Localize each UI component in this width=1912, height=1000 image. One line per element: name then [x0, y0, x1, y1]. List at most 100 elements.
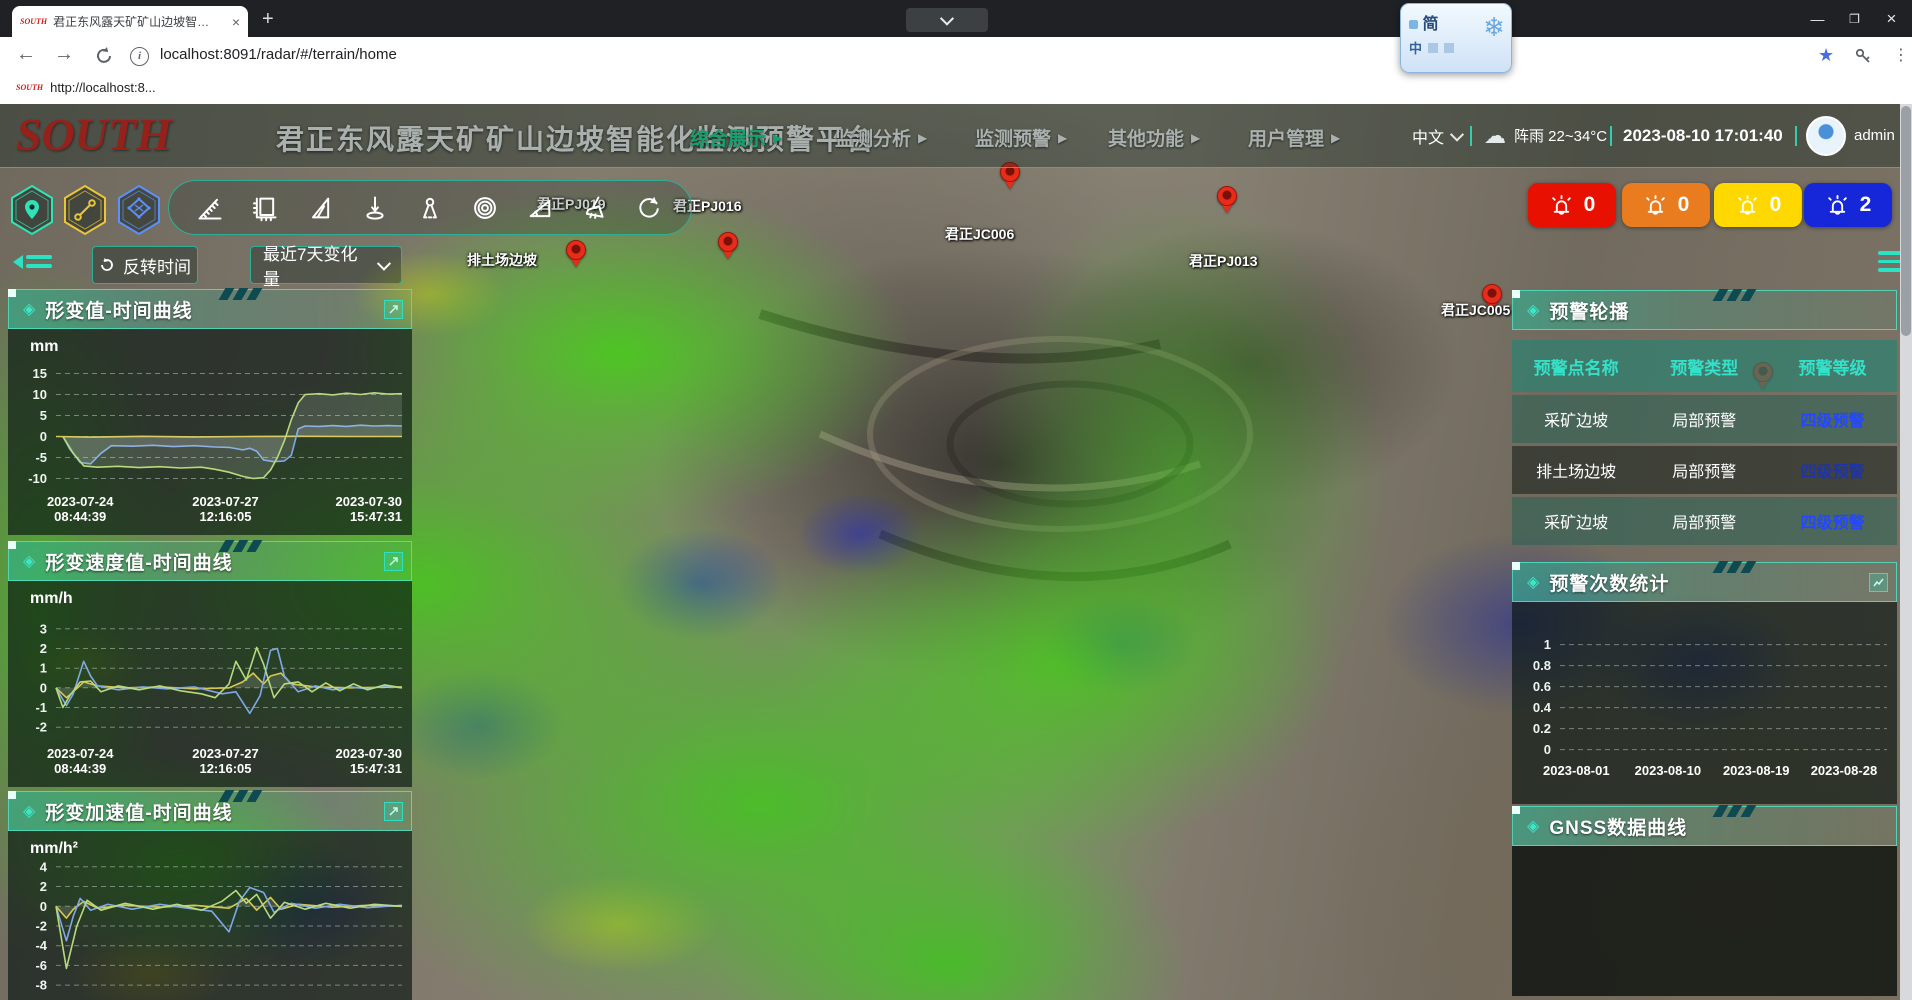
alarm-row-2[interactable]: 采矿边坡局部预警四级预警: [1512, 497, 1897, 545]
new-tab-button[interactable]: +: [262, 8, 274, 31]
legend-scale-icon[interactable]: [249, 192, 281, 224]
back-icon[interactable]: ←: [16, 43, 36, 66]
alarm-table-header: 预警点名称预警类型预警等级: [1512, 340, 1897, 392]
svg-text:2023-07-30: 2023-07-30: [336, 494, 403, 509]
clear-broom-icon[interactable]: [579, 192, 611, 224]
panel-header[interactable]: ◈ 预警次数统计: [1512, 562, 1897, 602]
chart-icon[interactable]: [1869, 573, 1888, 592]
scrollbar-thumb[interactable]: [1901, 106, 1911, 336]
alarm-point-name: 采矿边坡: [1512, 407, 1640, 431]
svg-text:0: 0: [40, 899, 47, 914]
svg-text:2023-07-24: 2023-07-24: [47, 494, 114, 509]
svg-text:12:16:05: 12:16:05: [199, 509, 251, 524]
notch: [8, 791, 16, 799]
alarm-bell-icon: [1549, 193, 1574, 218]
panel-title: GNSS数据曲线: [1549, 813, 1687, 840]
tab-close-icon[interactable]: ×: [232, 15, 240, 29]
alarm-level: 四级预警: [1768, 407, 1896, 431]
alarm-row-0[interactable]: 采矿边坡局部预警四级预警: [1512, 395, 1897, 443]
panel-header[interactable]: ◈ 预警轮播: [1512, 290, 1897, 330]
separator: [1610, 104, 1612, 167]
bookmark-item[interactable]: SOUTH http://localhost:8...: [16, 80, 156, 95]
deform-velocity-chart: mm/h3210-1-22023-07-2408:44:392023-07-27…: [8, 581, 412, 787]
warn-stats-chart: 10.80.60.40.202023-08-012023-08-102023-0…: [1512, 602, 1897, 804]
url-text[interactable]: localhost:8091/radar/#/terrain/home: [160, 46, 397, 63]
hex-tool-line-measure-icon[interactable]: [61, 184, 109, 241]
refresh-icon[interactable]: [633, 192, 665, 224]
window-close-button[interactable]: ×: [1873, 0, 1910, 37]
slope-angle-icon[interactable]: [524, 192, 556, 224]
reverse-time-button[interactable]: 反转时间: [92, 246, 198, 284]
panel-title: 形变值-时间曲线: [45, 296, 192, 323]
panel-header[interactable]: ◈ 形变加速值-时间曲线: [8, 791, 412, 831]
panel-deform-velocity: ◈ 形变速度值-时间曲线 mm/h3210-1-22023-07-2408:44…: [8, 541, 412, 787]
svg-text:2023-07-30: 2023-07-30: [336, 746, 403, 761]
radar-rings-icon[interactable]: [469, 192, 501, 224]
alert-level-badge-3[interactable]: 0: [1714, 183, 1802, 227]
ime-keyboard-icon[interactable]: [1444, 43, 1454, 53]
datetime: 2023-08-10 17:01:40: [1623, 104, 1783, 167]
alarm-row-1[interactable]: 排土场边坡局部预警四级预警: [1512, 446, 1897, 494]
ime-tool-icon[interactable]: [1428, 43, 1438, 53]
svg-text:0.6: 0.6: [1533, 679, 1551, 694]
alert-level-badge-2[interactable]: 0: [1622, 183, 1710, 227]
panel-warn-stats: ◈ 预警次数统计 10.80.60.40.202023-08-012023-08…: [1512, 562, 1897, 804]
page-scrollbar[interactable]: [1900, 104, 1912, 1000]
map-pin-1-icon[interactable]: [1217, 186, 1239, 216]
forward-icon[interactable]: →: [54, 43, 74, 66]
browser-menu-icon[interactable]: ⋮: [1893, 45, 1909, 65]
right-menu-icon[interactable]: [1878, 246, 1900, 277]
panel-deform-value: ◈ 形变值-时间曲线 mm151050-5-102023-07-2408:44:…: [8, 289, 412, 535]
user-menu[interactable]: admin: [1806, 104, 1900, 167]
window-maximize-button[interactable]: ❐: [1836, 0, 1873, 37]
map-pin-2-icon[interactable]: [566, 240, 588, 270]
expand-icon[interactable]: [384, 300, 403, 319]
language-select[interactable]: 中文: [1412, 104, 1462, 167]
bookmark-star-icon[interactable]: ★: [1818, 45, 1834, 66]
hex-tool-point-marker-icon[interactable]: [8, 184, 56, 241]
svg-text:0: 0: [1544, 742, 1551, 757]
notch: [8, 541, 16, 549]
ruler-measure-icon[interactable]: [194, 192, 226, 224]
set-square-icon[interactable]: [304, 192, 336, 224]
svg-text:0.2: 0.2: [1533, 721, 1551, 736]
collapse-panel-button[interactable]: [6, 250, 52, 273]
rotate-ccw-icon: [99, 257, 115, 273]
range-select-dropdown[interactable]: 最近7天变化量: [250, 246, 402, 284]
chevron-down-icon: [377, 257, 391, 271]
browser-tab[interactable]: SOUTH 君正东风露天矿矿山边坡智能化… ×: [12, 6, 248, 37]
point-elevation-icon[interactable]: [359, 192, 391, 224]
diamond-icon: ◈: [1527, 572, 1539, 592]
cloud-icon: ☁: [1484, 123, 1506, 149]
panel-deform-accel: ◈ 形变加速值-时间曲线 mm/h²420-2-4-6-8: [8, 791, 412, 1000]
password-key-icon[interactable]: [1854, 47, 1872, 65]
reload-icon[interactable]: [94, 46, 114, 66]
panel-header[interactable]: ◈ 形变值-时间曲线: [8, 289, 412, 329]
svg-text:3: 3: [40, 621, 47, 636]
window-minimize-button[interactable]: —: [1799, 0, 1836, 37]
panel-header[interactable]: ◈ 形变速度值-时间曲线: [8, 541, 412, 581]
weather-text: 阵雨 22~34°C: [1514, 125, 1607, 146]
notch: [1512, 562, 1520, 570]
svg-text:5: 5: [40, 408, 47, 423]
ime-widget[interactable]: 简 中 ❄: [1400, 3, 1512, 73]
alarm-table: 预警点名称预警类型预警等级采矿边坡局部预警四级预警排土场边坡局部预警四级预警采矿…: [1512, 340, 1897, 545]
column-header: 预警点名称: [1512, 354, 1640, 379]
map-pin-3-icon[interactable]: [718, 232, 740, 262]
alarm-bell-icon: [1825, 193, 1850, 218]
expand-icon[interactable]: [384, 802, 403, 821]
avatar: [1806, 116, 1846, 156]
slash-decor: [222, 288, 259, 300]
favicon-south: SOUTH: [16, 83, 43, 92]
site-info-icon[interactable]: i: [130, 47, 149, 66]
browser-url-bar: ← → i localhost:8091/radar/#/terrain/hom…: [0, 37, 1912, 76]
chevron-down-icon: [1450, 127, 1464, 141]
view-angle-icon[interactable]: [414, 192, 446, 224]
expand-icon[interactable]: [384, 552, 403, 571]
hex-tool-area-measure-icon[interactable]: [115, 184, 163, 241]
alert-level-badge-1[interactable]: 0: [1528, 183, 1616, 227]
alert-level-badge-4[interactable]: 2: [1804, 183, 1892, 227]
tab-search-dropdown[interactable]: [906, 8, 988, 32]
panel-title: 形变加速值-时间曲线: [45, 798, 232, 825]
panel-header[interactable]: ◈ GNSS数据曲线: [1512, 806, 1897, 846]
